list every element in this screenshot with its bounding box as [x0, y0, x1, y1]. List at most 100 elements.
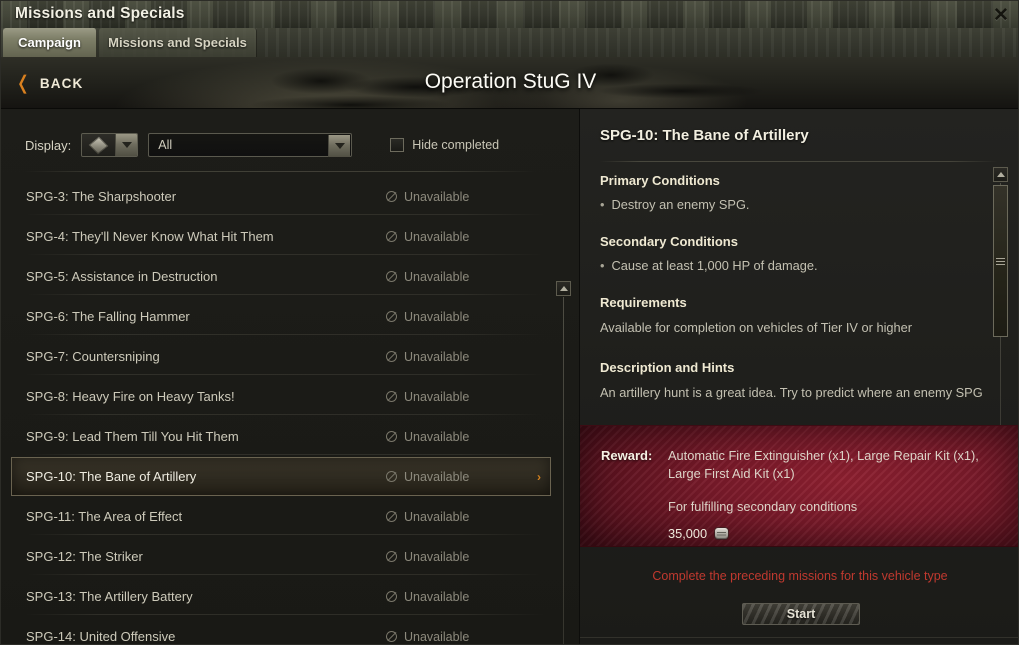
mission-row[interactable]: SPG-6: The Falling Hammer Unavailable [11, 297, 551, 336]
detail-body: Primary Conditions • Destroy an enemy SP… [600, 173, 996, 421]
mission-status: Unavailable [386, 310, 528, 324]
mission-list: SPG-3: The Sharpshooter Unavailable SPG-4:… [11, 177, 551, 644]
mission-status: Unavailable [386, 430, 528, 444]
prohibited-icon [386, 231, 397, 242]
close-icon[interactable]: ✕ [988, 4, 1014, 26]
hide-completed-label: Hide completed [412, 138, 500, 152]
mission-status: Unavailable [386, 350, 528, 364]
reward-label: Reward: [601, 448, 653, 463]
mission-status-text: Unavailable [404, 269, 470, 284]
mission-name: SPG-4: They'll Never Know What Hit Them [26, 229, 274, 244]
window-titlebar: Missions and Specials ✕ [1, 1, 1018, 28]
mission-status-text: Unavailable [404, 309, 470, 324]
mission-row[interactable]: SPG-11: The Area of Effect Unavailable [11, 497, 551, 536]
operation-banner: ❬ BACK Operation StuG IV [1, 57, 1018, 109]
mission-name: SPG-3: The Sharpshooter [26, 189, 177, 204]
primary-condition-item: • Destroy an enemy SPG. [600, 197, 996, 212]
prohibited-icon [386, 631, 397, 642]
mission-type-value: All [158, 138, 173, 152]
prohibited-icon [386, 191, 397, 202]
list-top-divider [25, 171, 535, 172]
missions-window: Missions and Specials ✕ Campaign Mission… [0, 0, 1019, 645]
mission-list-scrollbar[interactable] [555, 281, 573, 644]
mission-name: SPG-9: Lead Them Till You Hit Them [26, 429, 239, 444]
prohibited-icon [386, 271, 397, 282]
start-button[interactable]: Start [742, 603, 860, 625]
mission-row[interactable]: SPG-9: Lead Them Till You Hit Them Unavai… [11, 417, 551, 456]
mission-list-pane: Display: All Hide completed SPG-3: The S… [1, 109, 579, 644]
mission-status-text: Unavailable [404, 389, 470, 404]
mission-row[interactable]: SPG-10: The Bane of Artillery Unavailable… [11, 457, 551, 496]
bullet-icon: • [600, 258, 605, 273]
mission-row[interactable]: SPG-13: The Artillery Battery Unavailable [11, 577, 551, 616]
tab-missions-and-specials[interactable]: Missions and Specials [99, 28, 257, 57]
mission-status-text: Unavailable [404, 549, 470, 564]
mission-status-text: Unavailable [404, 589, 470, 604]
display-label: Display: [25, 137, 72, 153]
prohibited-icon [386, 351, 397, 362]
mission-status: Unavailable [386, 470, 528, 484]
mission-row[interactable]: SPG-4: They'll Never Know What Hit Them U… [11, 217, 551, 256]
prohibited-icon [386, 311, 397, 322]
mission-row[interactable]: SPG-8: Heavy Fire on Heavy Tanks! Unavail… [11, 377, 551, 416]
credits-coin-icon [715, 528, 729, 539]
mission-row[interactable]: SPG-12: The Striker Unavailable [11, 537, 551, 576]
scrollbar-thumb[interactable] [993, 185, 1008, 337]
secondary-condition-text: Cause at least 1,000 HP of damage. [611, 258, 818, 273]
mission-name: SPG-7: Countersniping [26, 349, 160, 364]
mission-status-text: Unavailable [404, 189, 470, 204]
reward-credits-value: 35,000 [668, 526, 708, 541]
detail-divider [600, 161, 998, 162]
mission-row[interactable]: SPG-14: United Offensive Unavailable [11, 617, 551, 644]
secondary-conditions-heading: Secondary Conditions [600, 234, 738, 249]
tab-strip: Campaign Missions and Specials [1, 28, 1018, 57]
primary-conditions-heading: Primary Conditions [600, 173, 720, 188]
mission-name: SPG-6: The Falling Hammer [26, 309, 190, 324]
primary-condition-text: Destroy an enemy SPG. [611, 197, 750, 212]
window-title: Missions and Specials [15, 5, 185, 22]
mission-status-text: Unavailable [404, 469, 470, 484]
warning-message: Complete the preceding missions for this… [652, 569, 948, 583]
scrollbar-track[interactable] [563, 297, 564, 644]
secondary-condition-item: • Cause at least 1,000 HP of damage. [600, 258, 996, 273]
mission-name: SPG-12: The Striker [26, 549, 143, 564]
mission-name: SPG-11: The Area of Effect [26, 509, 183, 524]
mission-status: Unavailable [386, 550, 528, 564]
prohibited-icon [386, 391, 397, 402]
description-heading: Description and Hints [600, 359, 735, 375]
mission-name: SPG-5: Assistance in Destruction [26, 269, 218, 284]
reward-credits: 35,000 [668, 526, 729, 541]
mission-status: Unavailable [386, 230, 528, 244]
mission-name: SPG-13: The Artillery Battery [26, 589, 193, 604]
mission-status: Unavailable [386, 190, 528, 204]
vehicle-class-dropdown[interactable] [81, 133, 139, 157]
mission-row[interactable]: SPG-7: Countersniping Unavailable [11, 337, 551, 376]
chevron-right-icon: › [537, 469, 541, 484]
tab-campaign[interactable]: Campaign [3, 28, 97, 57]
mission-status-text: Unavailable [404, 509, 470, 524]
mission-row[interactable]: SPG-5: Assistance in Destruction Unavaila… [11, 257, 551, 296]
chevron-down-icon [328, 135, 351, 157]
mission-status: Unavailable [386, 510, 528, 524]
scroll-up-button[interactable] [556, 281, 571, 296]
mission-status: Unavailable [386, 590, 528, 604]
hide-completed-checkbox[interactable]: Hide completed [390, 138, 499, 152]
reward-items: Automatic Fire Extinguisher (x1), Large … [668, 448, 979, 482]
prohibited-icon [386, 511, 397, 522]
scroll-up-button[interactable] [993, 167, 1008, 182]
grip-icon [996, 256, 1005, 267]
spg-class-icon [82, 134, 116, 156]
mission-name: SPG-10: The Bane of Artillery [26, 469, 197, 484]
chevron-down-icon [115, 134, 138, 156]
prohibited-icon [386, 431, 397, 442]
mission-type-dropdown[interactable]: All [148, 133, 353, 157]
primary-conditions-section: Primary Conditions • Destroy an enemy SP… [600, 173, 996, 212]
mission-name: SPG-8: Heavy Fire on Heavy Tanks! [26, 389, 235, 404]
bullet-icon: • [600, 197, 605, 212]
description-text: An artillery hunt is a great idea. Try t… [600, 384, 983, 400]
description-section: Description and Hints An artillery hunt … [600, 360, 996, 401]
mission-row[interactable]: SPG-3: The Sharpshooter Unavailable [11, 177, 551, 216]
checkbox-box [390, 138, 405, 152]
requirements-heading: Requirements [600, 295, 687, 310]
prohibited-icon [386, 471, 397, 482]
